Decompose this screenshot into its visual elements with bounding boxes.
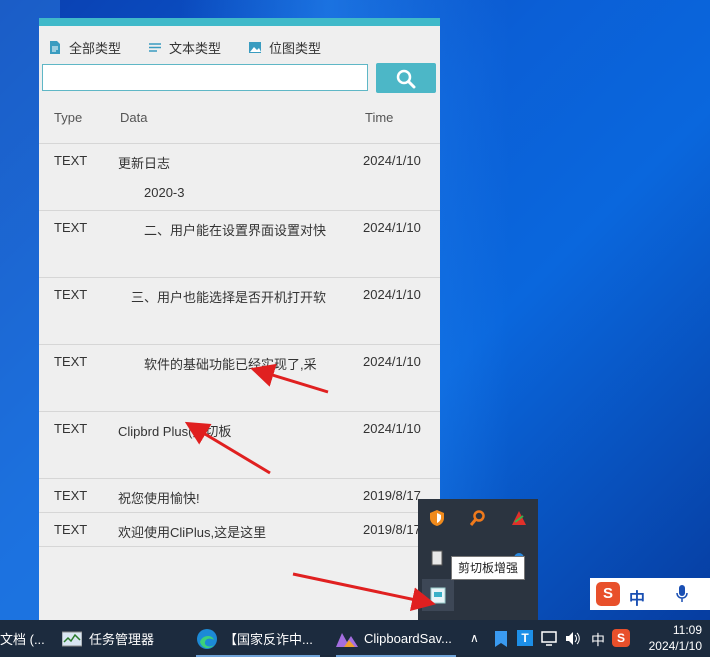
arrow-to-tray (292, 572, 436, 612)
arrow-to-row4 (250, 363, 329, 394)
annotation-arrows (184, 363, 436, 612)
arrow-to-row5 (184, 421, 271, 475)
